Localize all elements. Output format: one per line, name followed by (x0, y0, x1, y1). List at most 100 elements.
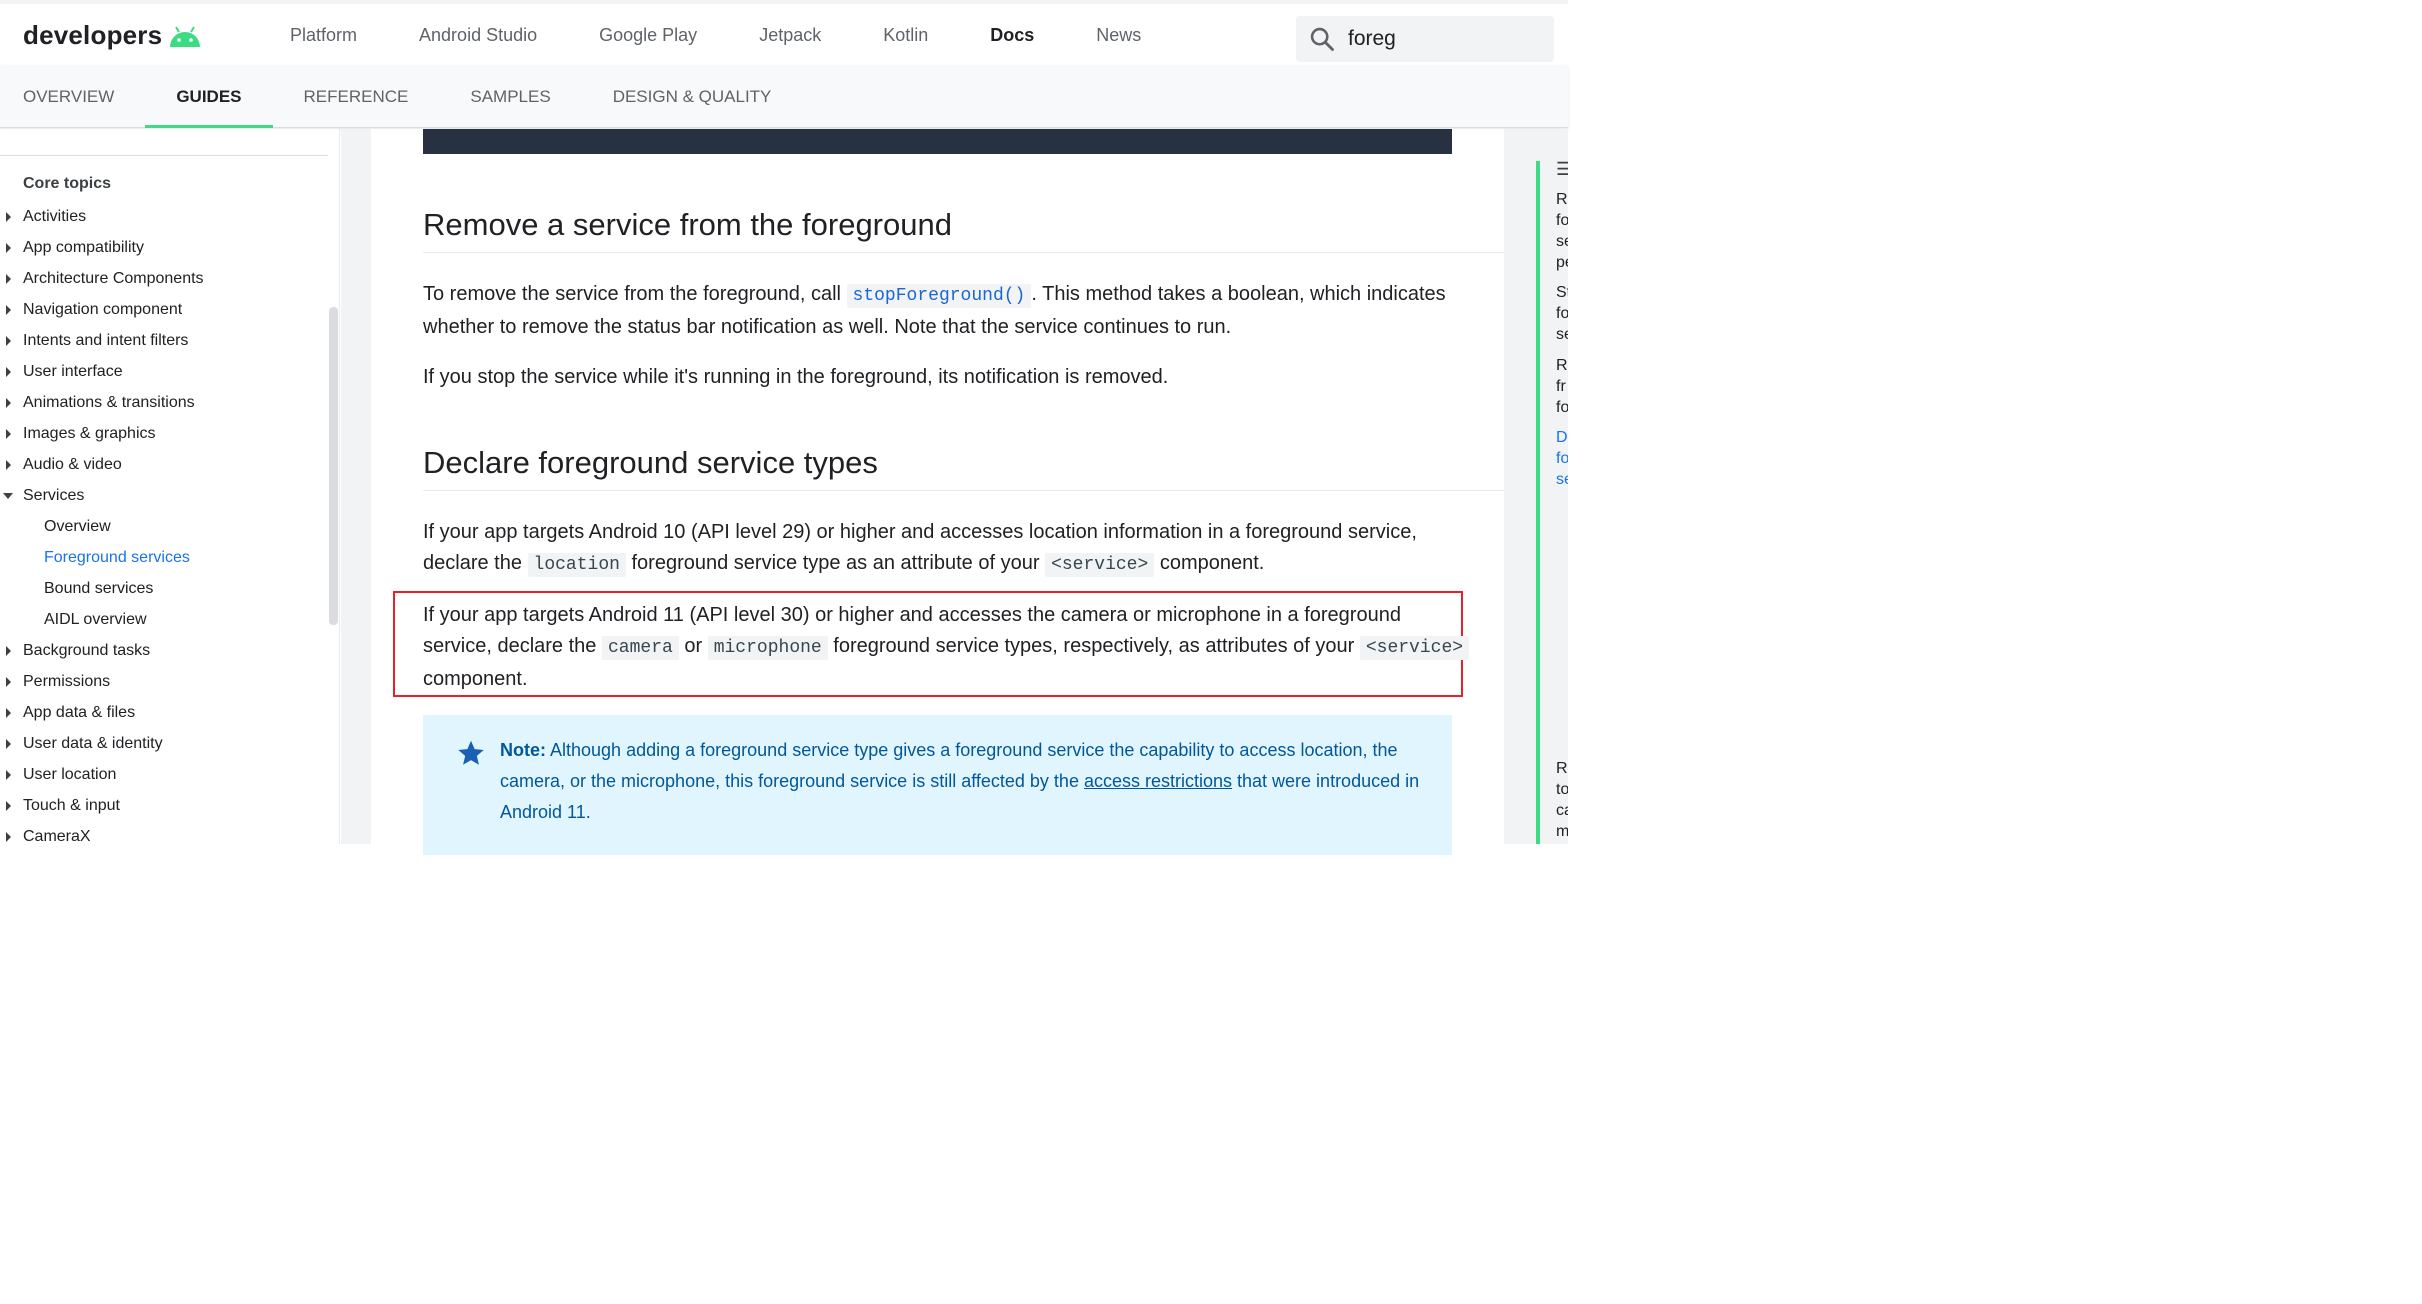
toc-item-text[interactable]: se (1556, 233, 1568, 251)
sidebar-item-services-overview[interactable]: Overview (0, 511, 320, 542)
sidebar-item-label: AIDL overview (44, 611, 147, 628)
toc-item-text[interactable]: ca (1556, 802, 1568, 820)
toc-item-text[interactable]: R (1556, 760, 1568, 778)
sidebar-item-intents[interactable]: Intents and intent filters (0, 325, 320, 356)
toc-item-text[interactable]: St (1556, 284, 1568, 302)
search-input[interactable] (1348, 24, 1548, 54)
expand-arrow-icon (6, 305, 11, 315)
sidebar-item-aidl-overview[interactable]: AIDL overview (0, 604, 320, 635)
toc-item-text[interactable]: fr (1556, 378, 1566, 396)
sidebar-item-activities[interactable]: Activities (0, 201, 320, 232)
nav-docs[interactable]: Docs (959, 4, 1066, 70)
toc-item-text[interactable]: m (1556, 823, 1568, 841)
nav-android-studio[interactable]: Android Studio (388, 4, 568, 70)
expand-arrow-icon (6, 770, 11, 780)
sidebar-item-architecture-components[interactable]: Architecture Components (0, 263, 320, 294)
access-restrictions-link[interactable]: access restrictions (1084, 771, 1232, 791)
nav-kotlin[interactable]: Kotlin (852, 4, 959, 70)
sidebar-item-label: Activities (23, 208, 87, 225)
note-label: Note: (500, 740, 546, 760)
paragraph-camera-microphone: If your app targets Android 11 (API leve… (423, 600, 1473, 695)
sidebar-item-user-data-identity[interactable]: User data & identity (0, 728, 320, 759)
android-robot-icon (170, 25, 201, 47)
sidebar-item-app-compatibility[interactable]: App compatibility (0, 232, 320, 263)
nav-news[interactable]: News (1065, 4, 1172, 70)
sidebar-item-navigation-component[interactable]: Navigation component (0, 294, 320, 325)
sidebar-item-background-tasks[interactable]: Background tasks (0, 635, 320, 666)
sidebar-item-bound-services[interactable]: Bound services (0, 573, 320, 604)
toc-item-text[interactable]: fo (1556, 305, 1568, 323)
sidebar-item-foreground-services[interactable]: Foreground services (0, 542, 320, 573)
expand-arrow-icon (6, 460, 11, 470)
sidebar-item-animations[interactable]: Animations & transitions (0, 387, 320, 418)
sidebar-scrollbar[interactable] (329, 307, 338, 625)
sidebar-item-label: Touch & input (23, 797, 120, 814)
code-camera: camera (601, 636, 679, 660)
sidebar-item-user-location[interactable]: User location (0, 759, 320, 790)
text-span: foreground service types, respectively, … (827, 635, 1360, 657)
paragraph-stop-foreground: To remove the service from the foregroun… (423, 279, 1473, 343)
sidebar-item-label: CameraX (23, 828, 91, 844)
toc-item-active[interactable]: fo (1556, 450, 1568, 468)
tab-samples[interactable]: SAMPLES (439, 66, 581, 128)
toc-item-text[interactable]: fo (1556, 399, 1568, 417)
tab-overview[interactable]: OVERVIEW (0, 66, 145, 128)
expand-arrow-icon (6, 336, 11, 346)
sidebar-list: Activities App compatibility Architectur… (0, 201, 320, 844)
article-body: Remove a service from the foreground To … (371, 129, 1504, 855)
toc-item-active[interactable]: se (1556, 471, 1568, 489)
sidebar-item-label: Intents and intent filters (23, 332, 189, 349)
toc-item-text[interactable]: se (1556, 326, 1568, 344)
sidebar-item-touch-input[interactable]: Touch & input (0, 790, 320, 821)
toc-item-text[interactable]: pe (1556, 254, 1568, 272)
sidebar-item-user-interface[interactable]: User interface (0, 356, 320, 387)
toc-item-text[interactable]: R (1556, 357, 1568, 375)
developers-logo[interactable]: developers (23, 20, 202, 51)
sidebar-item-label: Architecture Components (23, 270, 204, 287)
nav-google-play[interactable]: Google Play (568, 4, 728, 70)
toc-list-icon: ☰ (1556, 159, 1568, 179)
sidebar-item-label: Images & graphics (23, 425, 156, 442)
sidebar-item-label: Bound services (44, 580, 154, 597)
expand-arrow-icon (6, 801, 11, 811)
toc-item-text[interactable]: fo (1556, 212, 1568, 230)
nav-platform[interactable]: Platform (259, 4, 388, 70)
sidebar-item-images-graphics[interactable]: Images & graphics (0, 418, 320, 449)
code-service: <service> (1045, 553, 1155, 577)
sidebar-item-label: Animations & transitions (23, 394, 195, 411)
text-span: component. (423, 668, 528, 690)
tab-design-quality[interactable]: DESIGN & QUALITY (582, 66, 803, 128)
sidebar-item-app-data-files[interactable]: App data & files (0, 697, 320, 728)
expand-arrow-icon (6, 832, 11, 842)
toc-item-text[interactable]: R (1556, 191, 1568, 209)
expand-arrow-icon (6, 243, 11, 253)
sidebar-item-label: Background tasks (23, 642, 151, 659)
sidebar-item-label: User location (23, 766, 117, 783)
expand-arrow-icon (6, 429, 11, 439)
toc-item-active[interactable]: D (1556, 429, 1568, 447)
search-box[interactable] (1296, 16, 1554, 62)
sidebar-item-permissions[interactable]: Permissions (0, 666, 320, 697)
sidebar-divider (0, 155, 328, 156)
sidebar-item-camerax[interactable]: CameraX (0, 821, 320, 844)
top-navigation-bar: developers Platform Android Studio Googl… (0, 0, 1568, 70)
expand-arrow-icon (6, 274, 11, 284)
tab-guides[interactable]: GUIDES (145, 66, 273, 128)
toc-item-text[interactable]: to (1556, 781, 1568, 799)
heading-declare-types: Declare foreground service types (423, 445, 878, 480)
search-icon[interactable] (1308, 25, 1336, 53)
heading-rule (423, 490, 1504, 491)
expand-arrow-icon (6, 367, 11, 377)
code-block-bottom (423, 129, 1452, 154)
nav-jetpack[interactable]: Jetpack (728, 4, 852, 70)
paragraph-location-type: If your app targets Android 10 (API leve… (423, 517, 1473, 581)
star-icon (458, 740, 484, 765)
expand-arrow-icon (6, 212, 11, 222)
tab-reference[interactable]: REFERENCE (273, 66, 440, 128)
left-sidebar: Core topics Activities App compatibility… (0, 129, 340, 844)
sidebar-item-audio-video[interactable]: Audio & video (0, 449, 320, 480)
text-span: component. (1154, 552, 1265, 574)
heading-rule (423, 252, 1504, 253)
stop-foreground-link[interactable]: stopForeground() (846, 284, 1032, 308)
sidebar-item-services[interactable]: Services (0, 480, 320, 511)
